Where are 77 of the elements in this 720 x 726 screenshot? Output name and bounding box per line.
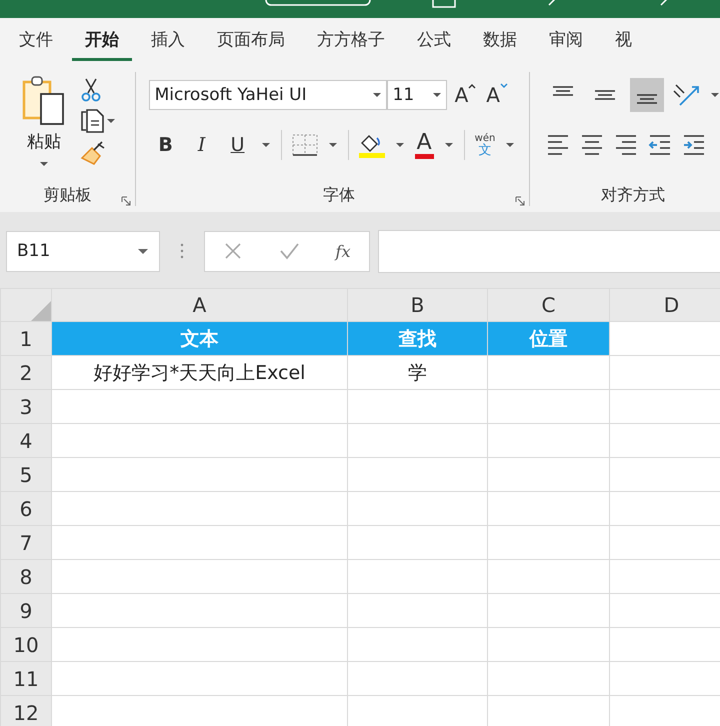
group-label: 剪贴板 xyxy=(43,184,92,206)
caret-icon[interactable] xyxy=(505,142,516,148)
copy-icon[interactable] xyxy=(80,108,106,134)
font-size-dropdown[interactable]: 11 xyxy=(386,80,447,110)
row-header[interactable]: 7 xyxy=(0,526,52,560)
align-center-icon[interactable] xyxy=(580,132,604,158)
ribbon-tab[interactable]: 数据 xyxy=(470,18,530,61)
cell-text: 查找 xyxy=(398,328,436,350)
ribbon-tab[interactable]: 文件 xyxy=(6,18,66,61)
ribbon-tab[interactable]: 开始 xyxy=(72,18,132,61)
dialog-launcher-icon[interactable] xyxy=(515,196,526,206)
font-name-dropdown[interactable]: Microsoft YaHei UI xyxy=(148,80,387,110)
font-color-button[interactable]: A xyxy=(414,132,434,158)
align-outdent-icon[interactable] xyxy=(648,132,672,158)
cell-text: 学 xyxy=(408,362,427,384)
caret-icon[interactable] xyxy=(394,142,405,148)
toolbar-icon[interactable] xyxy=(432,0,456,8)
row-header[interactable]: 11 xyxy=(0,662,52,696)
caret-icon[interactable] xyxy=(372,92,382,98)
caret-up-icon[interactable] xyxy=(468,83,476,89)
column-header[interactable]: B xyxy=(348,288,488,322)
group-label: 字体 xyxy=(322,184,355,206)
row-header[interactable]: 1 xyxy=(0,322,52,356)
shrink-font-button[interactable]: A xyxy=(484,83,510,107)
bold-button[interactable]: B xyxy=(152,134,179,156)
caret-icon[interactable] xyxy=(710,92,720,98)
align-bottom-button[interactable] xyxy=(630,78,664,112)
column-header[interactable]: D xyxy=(610,288,720,322)
search-box-icon[interactable] xyxy=(265,0,371,6)
format-painter-icon[interactable] xyxy=(80,140,106,166)
ribbon-tab[interactable]: 插入 xyxy=(138,18,198,61)
checkmark-icon[interactable] xyxy=(278,242,299,260)
name-box[interactable]: B11 xyxy=(6,230,160,272)
align-left-icon[interactable] xyxy=(546,132,570,158)
row-header[interactable]: 3 xyxy=(0,390,52,424)
group-label: 对齐方式 xyxy=(600,184,665,206)
row-header[interactable]: 5 xyxy=(0,458,52,492)
column-header[interactable]: C xyxy=(488,288,610,322)
align-indent-icon[interactable] xyxy=(682,132,706,158)
row-header[interactable]: 12 xyxy=(0,696,52,726)
cell-text: 文本 xyxy=(180,328,218,350)
caret-icon[interactable] xyxy=(328,142,338,148)
cell-text: 位置 xyxy=(530,328,568,350)
caret-icon[interactable] xyxy=(444,142,454,148)
row-header[interactable]: 8 xyxy=(0,560,52,594)
column-header[interactable]: A xyxy=(52,288,348,322)
caret-icon[interactable] xyxy=(432,92,442,98)
caret-icon[interactable] xyxy=(39,161,49,167)
ribbon-tab[interactable]: 页面布局 xyxy=(204,18,298,61)
caret-down-icon[interactable] xyxy=(500,83,508,89)
underline-button[interactable]: U xyxy=(224,134,251,156)
drag-handle-icon[interactable] xyxy=(180,243,184,259)
dialog-launcher-icon[interactable] xyxy=(120,196,131,206)
italic-button[interactable]: I xyxy=(188,134,215,156)
caret-icon[interactable] xyxy=(260,142,271,148)
paste-icon[interactable] xyxy=(21,74,67,126)
row-header[interactable]: 2 xyxy=(0,356,52,390)
insert-function-button[interactable]: fx xyxy=(336,242,350,260)
align-right-icon[interactable] xyxy=(614,132,638,158)
scissors-icon[interactable] xyxy=(80,78,102,102)
ribbon-tab[interactable]: 公式 xyxy=(404,18,464,61)
grow-font-button[interactable]: A xyxy=(452,83,478,107)
caret-icon[interactable] xyxy=(106,118,116,124)
cell-text: 好好学习*天天向上Excel xyxy=(94,362,306,384)
row-header[interactable]: 9 xyxy=(0,594,52,628)
ribbon-tab[interactable]: 方方格子 xyxy=(304,18,398,61)
paste-label[interactable]: 粘贴 xyxy=(27,130,61,153)
formula-input-field[interactable] xyxy=(378,230,720,272)
borders-icon[interactable] xyxy=(292,134,318,156)
ribbon-tab[interactable]: 审阅 xyxy=(536,18,596,61)
toolbar-icon[interactable] xyxy=(548,0,558,6)
row-header[interactable]: 10 xyxy=(0,628,52,662)
row-header[interactable]: 6 xyxy=(0,492,52,526)
row-header[interactable]: 4 xyxy=(0,424,52,458)
phonetic-guide-button[interactable]: wén 文 xyxy=(474,134,496,156)
ribbon-tab[interactable]: 视 xyxy=(602,18,645,61)
toolbar-icon[interactable] xyxy=(660,0,670,6)
